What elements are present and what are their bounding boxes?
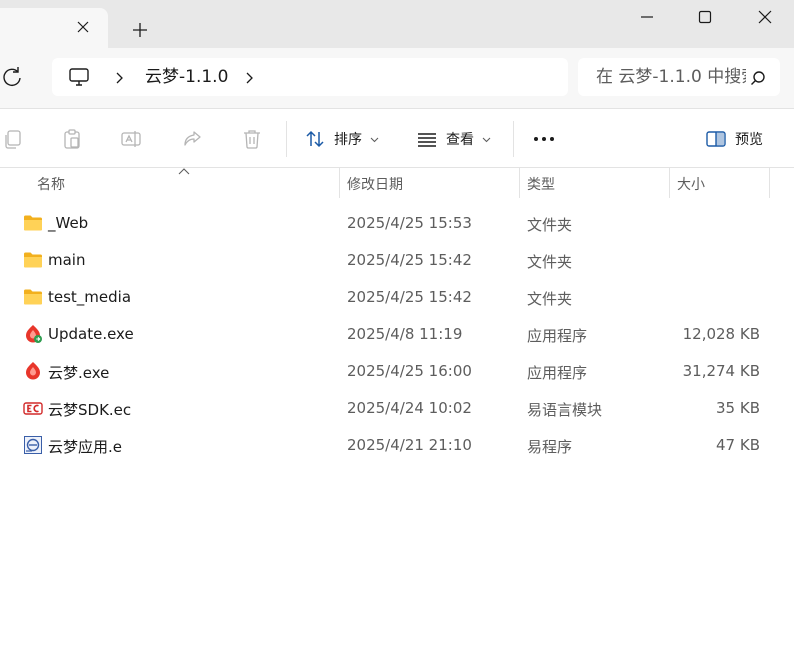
share-icon[interactable] (181, 128, 203, 150)
update-app-icon (23, 324, 43, 344)
maximize-icon[interactable] (682, 0, 728, 34)
column-divider[interactable] (339, 168, 340, 198)
file-name: 云梦应用.e (48, 438, 122, 456)
view-label: 查看 (446, 132, 474, 148)
address-bar[interactable]: 云梦-1.1.0 (52, 58, 568, 96)
close-icon[interactable] (742, 0, 788, 34)
divider (286, 121, 287, 157)
file-type: 文件夹 (527, 253, 573, 271)
preview-button[interactable]: 预览 (705, 123, 763, 155)
minimize-icon[interactable] (624, 0, 670, 34)
file-type: 应用程序 (527, 327, 588, 345)
command-bar: 排序 查看 预览 (0, 108, 794, 168)
file-name: _Web (48, 214, 89, 232)
file-size: 12,028 KB (682, 325, 760, 343)
column-header-type[interactable]: 类型 (527, 174, 555, 194)
file-name: test_media (48, 288, 132, 306)
file-type: 文件夹 (527, 290, 573, 308)
column-divider[interactable] (519, 168, 520, 198)
breadcrumb-folder[interactable]: 云梦-1.1.0 (145, 66, 228, 88)
file-date: 2025/4/21 21:10 (347, 436, 472, 454)
chevron-right-icon[interactable] (112, 70, 126, 84)
table-row[interactable]: 云梦.exe 2025/4/25 16:00 应用程序 31,274 KB (0, 353, 794, 390)
column-header-size[interactable]: 大小 (677, 174, 705, 194)
view-icon (418, 133, 436, 147)
more-icon (534, 137, 554, 141)
file-type: 易程序 (527, 438, 573, 456)
rename-icon[interactable] (120, 128, 142, 150)
sort-button[interactable]: 排序 (304, 123, 379, 155)
file-date: 2025/4/24 10:02 (347, 399, 472, 417)
table-row[interactable]: _Web 2025/4/25 15:53 文件夹 (0, 205, 794, 242)
file-name: Update.exe (48, 325, 134, 343)
divider (513, 121, 514, 157)
refresh-icon[interactable] (0, 64, 26, 90)
file-date: 2025/4/25 15:42 (347, 251, 472, 269)
table-row[interactable]: 云梦SDK.ec 2025/4/24 10:02 易语言模块 35 KB (0, 390, 794, 427)
file-name: 云梦SDK.ec (48, 401, 132, 419)
chevron-down-icon (370, 137, 379, 142)
copy-icon[interactable] (2, 128, 24, 150)
e-source-icon (23, 435, 43, 455)
file-date: 2025/4/25 15:53 (347, 214, 472, 232)
title-bar (0, 0, 794, 48)
column-divider[interactable] (769, 168, 770, 198)
column-header-date[interactable]: 修改日期 (347, 174, 403, 194)
file-size: 31,274 KB (682, 362, 760, 380)
file-type: 应用程序 (527, 364, 588, 382)
tab-active[interactable] (0, 8, 108, 48)
column-header-name[interactable]: 名称 (37, 174, 65, 194)
table-row[interactable]: main 2025/4/25 15:42 文件夹 (0, 242, 794, 279)
table-row[interactable]: test_media 2025/4/25 15:42 文件夹 (0, 279, 794, 316)
folder-icon (23, 287, 43, 307)
folder-icon (23, 250, 43, 270)
address-row: 云梦-1.1.0 在 云梦-1.1.0 中搜索 (0, 48, 794, 108)
column-divider[interactable] (669, 168, 670, 198)
file-name: 云梦.exe (48, 364, 110, 382)
search-input[interactable]: 在 云梦-1.1.0 中搜索 (596, 67, 746, 87)
folder-icon (23, 213, 43, 233)
sort-label: 排序 (334, 132, 362, 148)
file-date: 2025/4/25 16:00 (347, 362, 472, 380)
delete-icon[interactable] (241, 128, 263, 150)
search-icon[interactable] (750, 70, 766, 86)
file-size: 47 KB (716, 436, 760, 454)
ec-module-icon (23, 398, 43, 418)
file-date: 2025/4/25 15:42 (347, 288, 472, 306)
sort-ascending-icon (178, 168, 190, 175)
table-row[interactable]: Update.exe 2025/4/8 11:19 应用程序 12,028 KB (0, 316, 794, 353)
preview-label: 预览 (735, 132, 763, 148)
chevron-right-icon[interactable] (242, 70, 256, 84)
paste-icon[interactable] (61, 128, 83, 150)
this-pc-icon[interactable] (68, 67, 90, 87)
more-options-button[interactable] (532, 123, 556, 155)
chevron-down-icon (482, 137, 491, 142)
sort-icon (306, 130, 324, 148)
file-type: 易语言模块 (527, 401, 603, 419)
table-row[interactable]: 云梦应用.e 2025/4/21 21:10 易程序 47 KB (0, 427, 794, 464)
preview-pane-icon (706, 131, 726, 147)
new-tab-icon[interactable] (126, 16, 154, 44)
tab-close-icon[interactable] (72, 16, 94, 38)
view-button[interactable]: 查看 (416, 123, 491, 155)
app-icon (23, 361, 43, 381)
file-size: 35 KB (716, 399, 760, 417)
file-name: main (48, 251, 86, 269)
file-list: _Web 2025/4/25 15:53 文件夹 main 2025/4/25 … (0, 205, 794, 464)
column-header-row: 名称 修改日期 类型 大小 (0, 168, 794, 198)
search-box[interactable]: 在 云梦-1.1.0 中搜索 (578, 58, 780, 96)
file-type: 文件夹 (527, 216, 573, 234)
file-date: 2025/4/8 11:19 (347, 325, 463, 343)
